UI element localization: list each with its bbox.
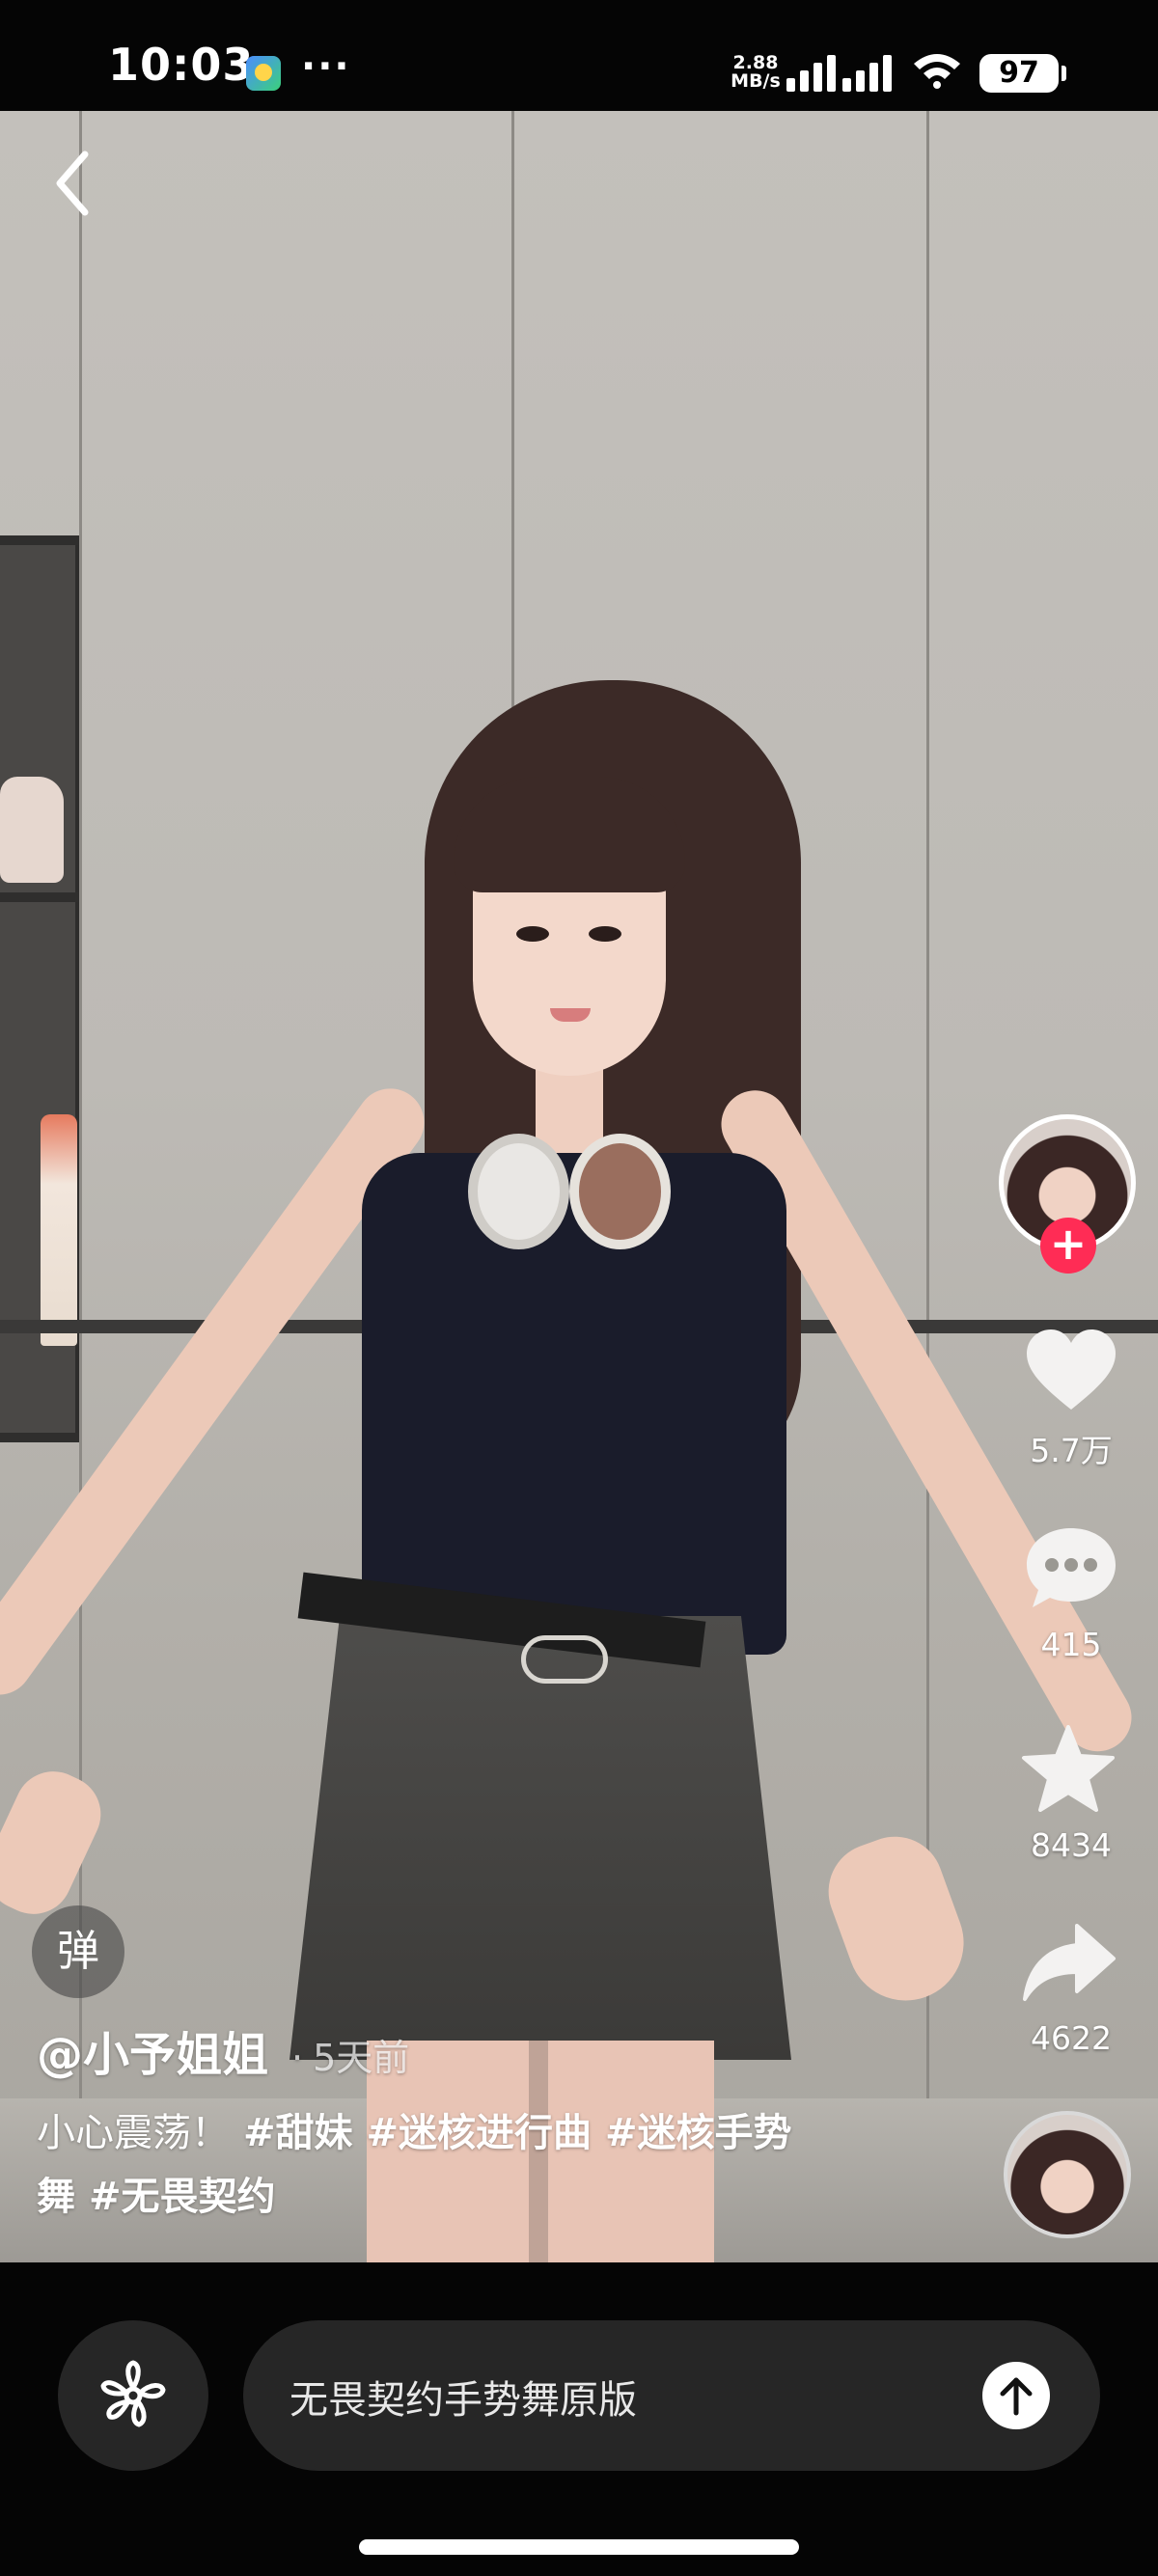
battery-indicator: 97	[979, 54, 1066, 93]
more-notifications-indicator: ···	[301, 44, 351, 89]
person-eye	[589, 926, 621, 942]
hashtag-link[interactable]: #甜妹	[243, 2111, 353, 2155]
caption-text: 小心震荡！	[37, 2111, 230, 2155]
person-hand-left	[0, 1759, 114, 1927]
gallery-app-icon	[246, 56, 281, 91]
search-submit-button[interactable]	[982, 2362, 1050, 2429]
headphone-cup	[468, 1134, 569, 1249]
screen: 10:03 ··· 2.88 MB/s 97 + 5.7万 415 8434 4…	[0, 0, 1158, 2576]
post-time: 5天前	[313, 2037, 410, 2079]
headphones-image	[468, 1124, 671, 1249]
music-disc-avatar[interactable]	[1004, 2111, 1131, 2238]
bottle-image	[41, 1114, 77, 1346]
wifi-icon	[914, 54, 960, 89]
hashtag-link-continuation[interactable]: 舞	[37, 2175, 75, 2219]
headphone-cup	[569, 1134, 671, 1249]
hashtag-link[interactable]: #无畏契约	[89, 2175, 276, 2219]
home-indicator[interactable]	[359, 2539, 799, 2555]
status-bar: 10:03 ··· 2.88 MB/s 97	[0, 0, 1158, 111]
video-player[interactable]	[0, 111, 1158, 2262]
author-name[interactable]: @小予姐姐	[37, 2016, 268, 2084]
hashtag-link[interactable]: #迷核手势	[605, 2111, 792, 2155]
like-count: 5.7万	[1030, 1432, 1113, 1469]
shelf-line	[0, 892, 79, 902]
person-eye	[516, 926, 549, 942]
author-row: @小予姐姐 · 5天前	[37, 2016, 409, 2084]
post-time-separator: ·	[291, 2037, 304, 2079]
arrow-up-icon	[1000, 2377, 1033, 2416]
favorite-star-icon[interactable]	[1020, 1725, 1117, 1812]
handbag-image	[0, 777, 64, 883]
shelf-line	[0, 535, 79, 545]
network-speed: 2.88 MB/s	[729, 54, 783, 91]
like-heart-icon[interactable]	[1023, 1327, 1119, 1413]
shelf-line	[0, 1433, 79, 1442]
favorite-count: 8434	[1031, 1826, 1112, 1864]
comment-count: 415	[1040, 1626, 1102, 1663]
belt-buckle	[521, 1635, 608, 1684]
person-fringe	[454, 777, 685, 892]
follow-button[interactable]: +	[1040, 1218, 1096, 1274]
back-chevron-icon[interactable]	[46, 145, 104, 222]
share-count: 4622	[1031, 2019, 1112, 2057]
comment-bubble-icon[interactable]	[1023, 1524, 1119, 1611]
person-mouth	[550, 1008, 591, 1022]
flower-icon	[100, 2360, 166, 2427]
search-query-text[interactable]: 无畏契约手势舞原版	[290, 2369, 637, 2425]
video-caption: 小心震荡！ #甜妹 #迷核进行曲 #迷核手势舞 #无畏契约	[37, 2101, 886, 2229]
share-arrow-icon[interactable]	[1021, 1920, 1117, 2007]
danmu-toggle-button[interactable]: 弹	[32, 1905, 124, 1998]
person-hand-right	[814, 1822, 980, 2017]
status-time: 10:03	[108, 39, 255, 91]
network-speed-unit: MB/s	[731, 70, 781, 92]
hashtag-link[interactable]: #迷核进行曲	[367, 2111, 593, 2155]
cellular-signal-icon	[786, 55, 892, 92]
flower-button[interactable]	[58, 2320, 208, 2471]
